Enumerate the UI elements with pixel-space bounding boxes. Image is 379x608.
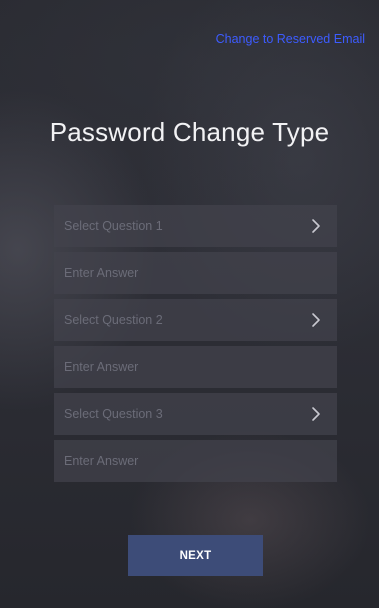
security-question-form: Select Question 1 Select Question 2 Sele…: [54, 205, 337, 487]
chevron-right-icon: [312, 313, 320, 327]
chevron-right-icon: [312, 407, 320, 421]
answer-3-field: [54, 440, 337, 482]
answer-1-input[interactable]: [64, 252, 327, 294]
select-question-1[interactable]: Select Question 1: [54, 205, 337, 247]
answer-3-input[interactable]: [64, 440, 327, 482]
password-change-screen: Change to Reserved Email Password Change…: [0, 0, 379, 608]
select-question-3[interactable]: Select Question 3: [54, 393, 337, 435]
answer-1-field: [54, 252, 337, 294]
page-title: Password Change Type: [49, 117, 330, 147]
select-question-2[interactable]: Select Question 2: [54, 299, 337, 341]
answer-2-field: [54, 346, 337, 388]
chevron-right-icon: [312, 219, 320, 233]
answer-2-input[interactable]: [64, 346, 327, 388]
select-question-2-label: Select Question 2: [64, 313, 163, 327]
select-question-3-label: Select Question 3: [64, 407, 163, 421]
next-button[interactable]: NEXT: [128, 535, 263, 576]
change-to-reserved-email-link[interactable]: Change to Reserved Email: [216, 32, 365, 46]
select-question-1-label: Select Question 1: [64, 219, 163, 233]
